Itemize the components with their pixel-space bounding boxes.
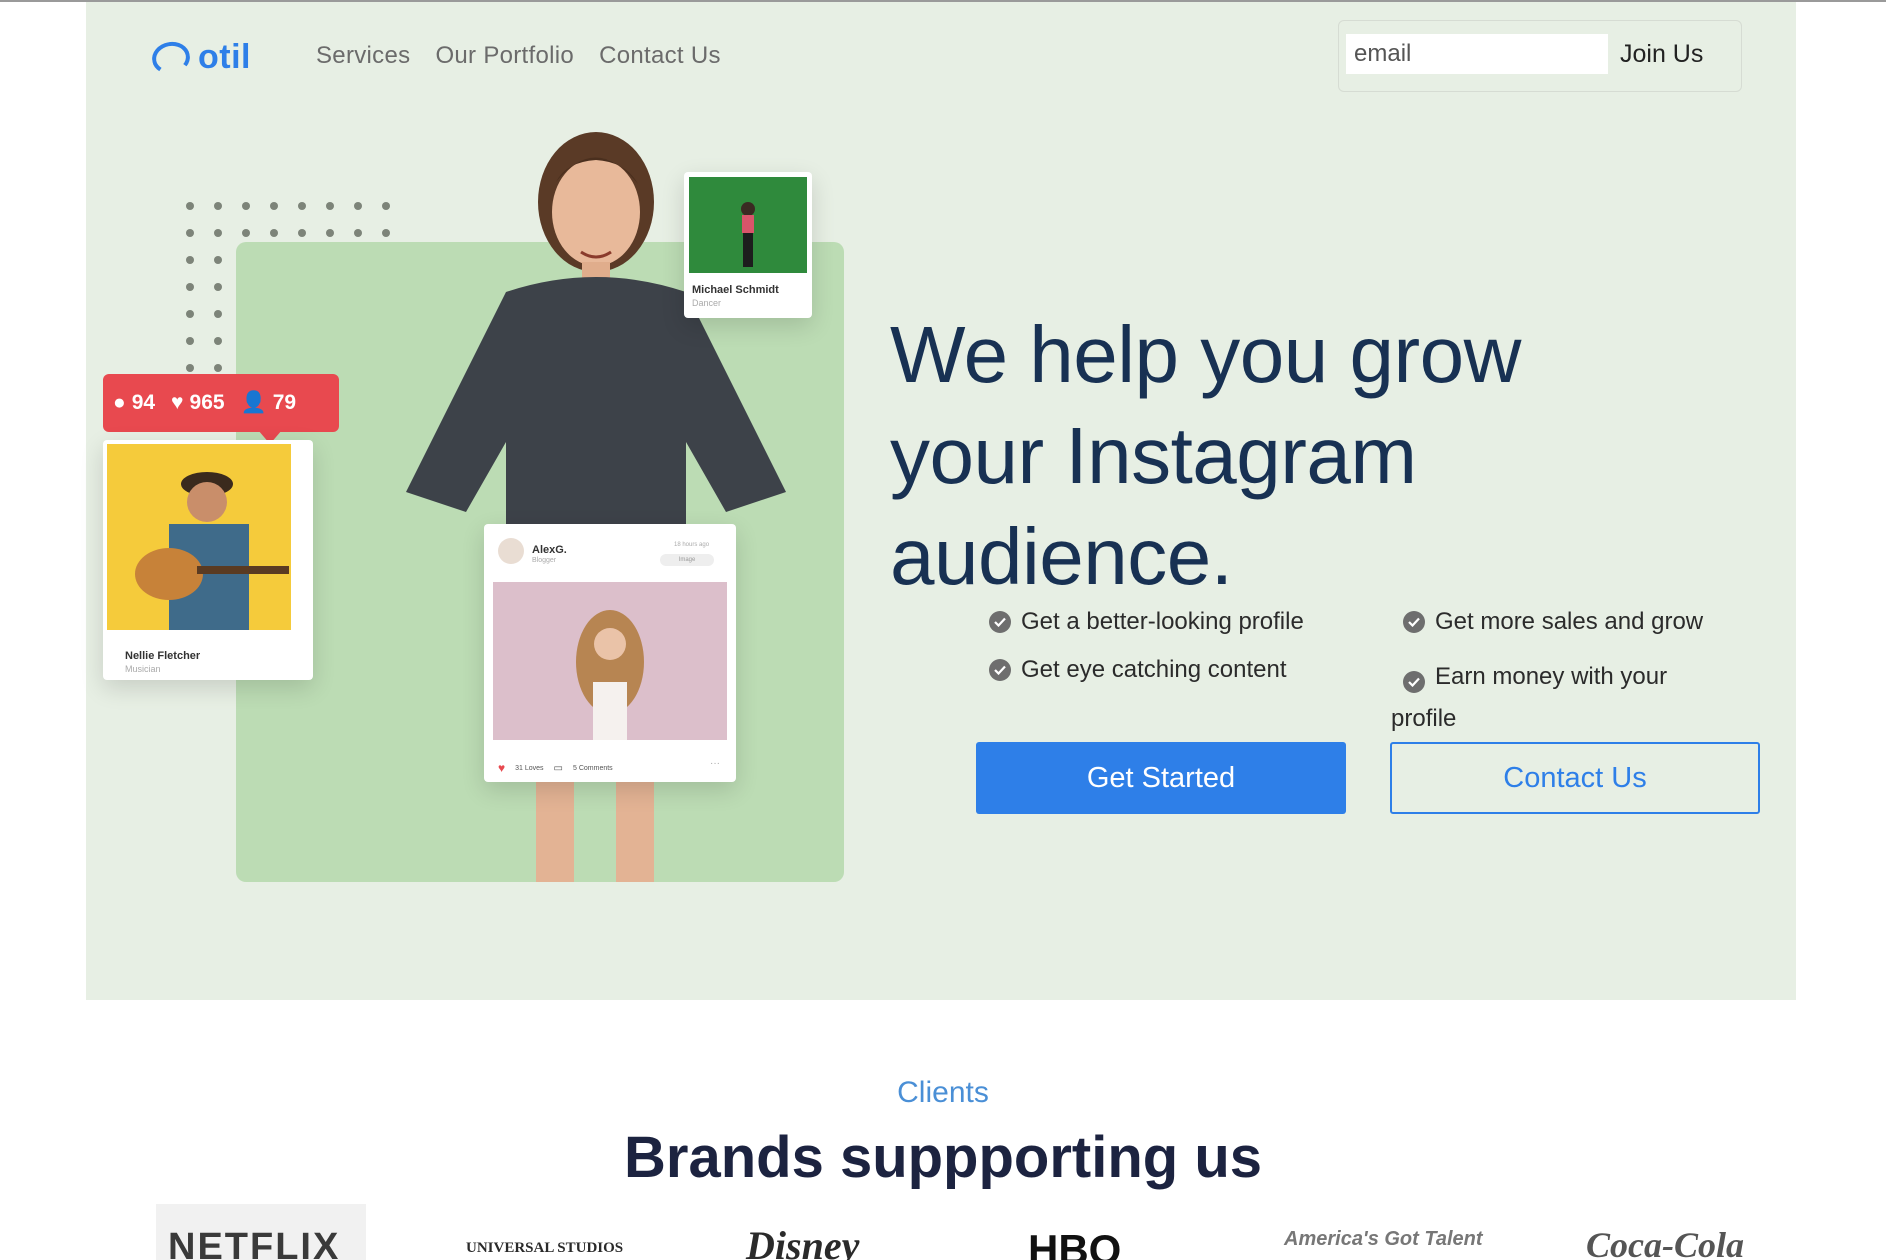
hero-headline: We help you grow your Instagram audience… [890, 310, 1521, 601]
hero-section: otil Services Our Portfolio Contact Us J… [86, 2, 1796, 1000]
post-time: 18 hours ago [674, 542, 710, 548]
nav-contact[interactable]: Contact Us [599, 42, 721, 70]
dot [186, 364, 194, 372]
dot [326, 229, 334, 237]
post-photo [493, 582, 727, 740]
avatar [498, 538, 524, 564]
dot [270, 229, 278, 237]
post-comments: 5 Comments [573, 764, 613, 772]
post-author-role: Blogger [532, 557, 557, 564]
feature-2-text: Get more sales and grow [1435, 608, 1704, 635]
like-stat: ♥ 965 [171, 391, 225, 415]
heart-icon: ♥ [171, 391, 184, 414]
check-icon [989, 659, 1011, 681]
dot [214, 283, 222, 291]
dot [326, 202, 334, 210]
nav-services[interactable]: Services [316, 42, 410, 70]
brands-title: Brands suppporting us [624, 1125, 1262, 1190]
follower-stat: 👤 79 [241, 391, 297, 415]
profile-card-dancer: Michael Schmidt Dancer [684, 172, 812, 318]
agt-logo: America's Got Talent [1284, 1228, 1483, 1250]
post-tag: Image [660, 554, 714, 566]
dot [214, 256, 222, 264]
site-logo[interactable]: otil [149, 38, 251, 77]
get-started-button[interactable]: Get Started [976, 742, 1346, 814]
comment-icon: ● [113, 391, 126, 414]
comment-stat: ● 94 [113, 391, 155, 415]
dot [186, 310, 194, 318]
more-icon[interactable]: ··· [710, 758, 720, 769]
dot [214, 229, 222, 237]
dancer-photo [689, 177, 807, 273]
dot [298, 229, 306, 237]
musician-role: Musician [125, 664, 161, 674]
feature-3: Get eye catching content [989, 656, 1287, 684]
hbo-logo: HBO [1028, 1226, 1122, 1260]
email-input[interactable] [1346, 34, 1608, 74]
universal-logo: UNIVERSAL STUDIOS [466, 1240, 624, 1256]
check-icon [1403, 611, 1425, 633]
dot [354, 229, 362, 237]
netflix-logo: NETFLIX [168, 1226, 341, 1260]
musician-photo [107, 444, 291, 630]
comment-count: 94 [131, 391, 156, 414]
feature-4: Earn money with your profile [1391, 656, 1731, 740]
dot [214, 337, 222, 345]
engagement-stats: ● 94 ♥ 965 👤 79 [103, 374, 339, 432]
dot [214, 310, 222, 318]
feature-2: Get more sales and grow [1403, 608, 1703, 636]
feature-3-text: Get eye catching content [1021, 656, 1287, 683]
logo-text: otil [198, 38, 251, 76]
dancer-name: Michael Schmidt [692, 284, 779, 296]
post-heart-icon[interactable]: ♥ [498, 761, 505, 775]
nav-portfolio[interactable]: Our Portfolio [435, 42, 574, 70]
like-count: 965 [189, 391, 225, 414]
dot [186, 337, 194, 345]
post-card: AlexG. Blogger 18 hours ago Image ♥ 31 L… [484, 524, 736, 782]
dot [214, 202, 222, 210]
dot [354, 202, 362, 210]
dot [242, 229, 250, 237]
dancer-role: Dancer [692, 298, 722, 308]
contact-us-button[interactable]: Contact Us [1390, 742, 1760, 814]
main-nav: Services Our Portfolio Contact Us [316, 42, 721, 70]
dot [186, 283, 194, 291]
follower-count: 79 [272, 391, 297, 414]
dot [186, 202, 194, 210]
profile-card-musician: Nellie Fletcher Musician [103, 440, 313, 680]
user-icon: 👤 [240, 391, 267, 414]
feature-1: Get a better-looking profile [989, 608, 1304, 636]
clients-label: Clients [897, 1076, 989, 1109]
dot [186, 256, 194, 264]
brand-logos: NETFLIX UNIVERSAL STUDIOS Disney HBO Ame… [156, 1204, 1756, 1260]
post-loves: 31 Loves [515, 764, 544, 772]
dot [242, 202, 250, 210]
musician-name: Nellie Fletcher [125, 650, 201, 662]
dot [270, 202, 278, 210]
feature-1-text: Get a better-looking profile [1021, 608, 1304, 635]
dot [298, 202, 306, 210]
cocacola-logo: Coca-Cola [1586, 1225, 1744, 1260]
join-us-button[interactable]: Join Us [1620, 40, 1703, 69]
logo-mark-icon [149, 38, 193, 77]
post-author: AlexG. [532, 544, 567, 556]
check-icon [1403, 671, 1425, 693]
dot [214, 364, 222, 372]
disney-logo: Disney [746, 1223, 860, 1260]
post-footer: ♥ 31 Loves ▭ 5 Comments [498, 761, 613, 775]
post-comment-icon[interactable]: ▭ [554, 763, 563, 774]
dot [186, 229, 194, 237]
check-icon [989, 611, 1011, 633]
feature-4-text: Earn money with your profile [1391, 663, 1668, 732]
